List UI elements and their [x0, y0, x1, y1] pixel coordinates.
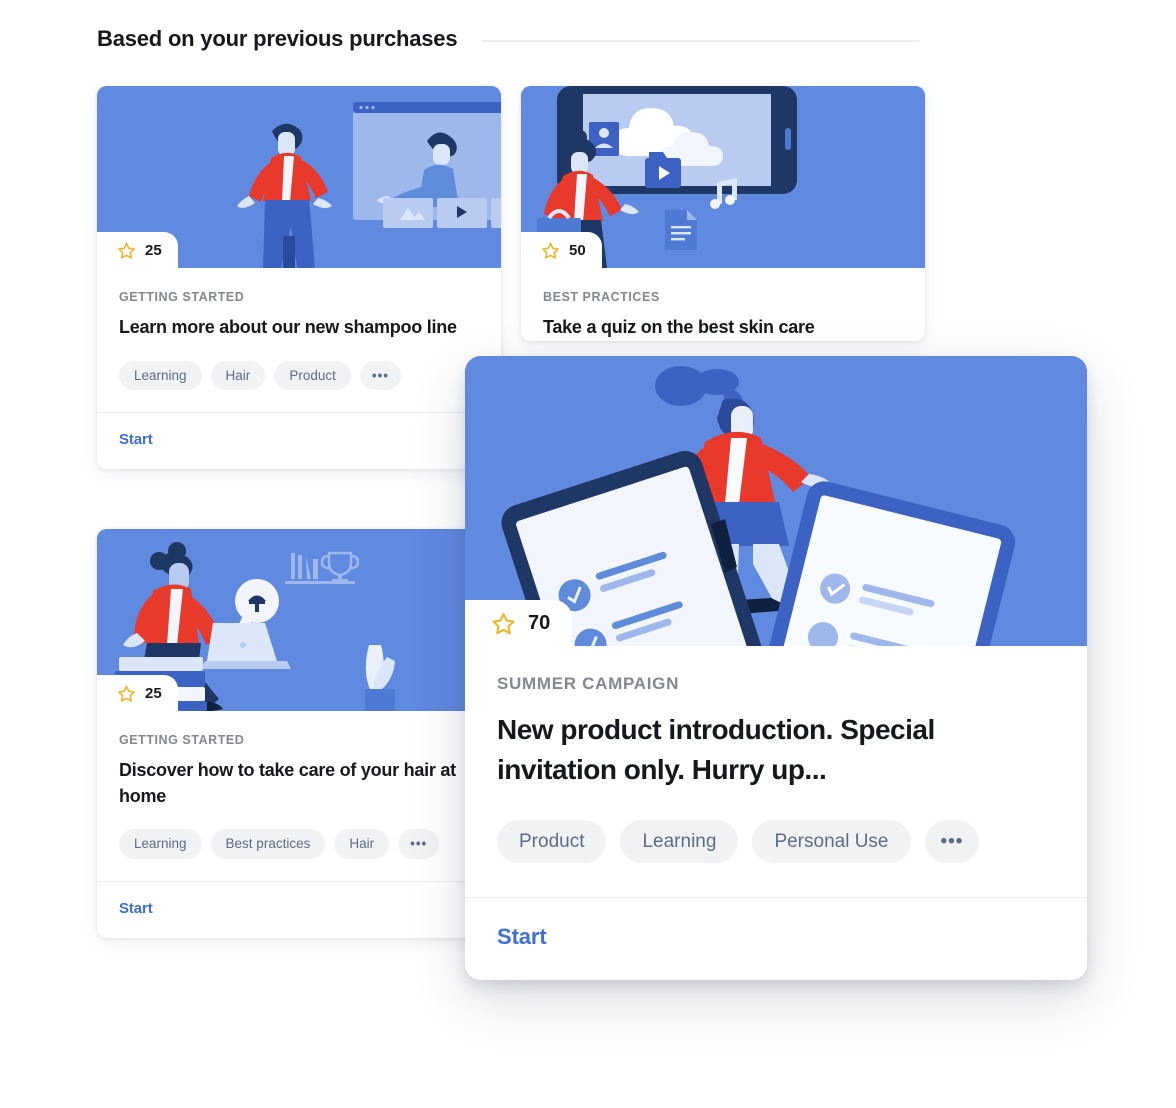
start-button[interactable]: Start — [119, 431, 153, 448]
score-value: 25 — [145, 684, 162, 702]
card-category: BEST PRACTICES — [543, 290, 660, 304]
course-card[interactable]: 50 BEST PRACTICES Take a quiz on the bes… — [521, 86, 925, 341]
card-hero-image: 70 — [465, 356, 1087, 646]
star-icon — [492, 612, 515, 634]
recommendations-section: Based on your previous purchases 25 GETT… — [0, 0, 1176, 1108]
page-title: Based on your previous purchases — [97, 26, 458, 51]
tag-chip[interactable]: Best practices — [210, 829, 326, 859]
more-dots-icon[interactable]: ••• — [924, 819, 980, 863]
card-category: GETTING STARTED — [119, 733, 245, 747]
tag-chip[interactable]: Hair — [334, 829, 390, 859]
card-tag-list: Product Learning Personal Use ••• — [497, 819, 1055, 897]
header-divider — [481, 39, 920, 42]
card-title: Take a quiz on the best skin care — [543, 317, 815, 337]
score-value: 25 — [145, 241, 162, 259]
start-button[interactable]: Start — [119, 900, 153, 917]
score-badge: 50 — [521, 232, 602, 268]
card-category: GETTING STARTED — [119, 290, 245, 304]
score-badge: 70 — [465, 600, 573, 646]
course-card[interactable]: 25 GETTING STARTED Discover how to take … — [97, 529, 501, 938]
score-badge: 25 — [97, 675, 178, 711]
score-value: 70 — [528, 612, 551, 634]
tag-chip[interactable]: Product — [497, 819, 607, 863]
section-header: Based on your previous purchases — [97, 26, 920, 52]
star-icon — [118, 685, 135, 702]
card-footer: Start — [465, 896, 1087, 980]
tag-chip[interactable]: Learning — [119, 829, 202, 859]
tag-chip[interactable]: Product — [274, 360, 351, 391]
star-icon — [542, 242, 559, 259]
score-value: 50 — [569, 241, 586, 259]
card-footer: Start — [97, 412, 501, 469]
card-category: SUMMER CAMPAIGN — [497, 674, 680, 693]
card-hero-image: 50 — [521, 86, 925, 268]
tag-chip[interactable]: Hair — [210, 360, 266, 391]
card-body: SUMMER CAMPAIGN New product introduction… — [465, 646, 1087, 897]
card-tag-list: Learning Best practices Hair ••• — [119, 829, 479, 881]
card-title: New product introduction. Special invita… — [497, 714, 935, 785]
score-badge: 25 — [97, 232, 178, 268]
card-body: GETTING STARTED Learn more about our new… — [97, 268, 501, 412]
card-body: BEST PRACTICES Take a quiz on the best s… — [521, 268, 925, 341]
tag-chip[interactable]: Learning — [620, 819, 739, 863]
card-hero-image: 25 — [97, 529, 501, 711]
more-dots-icon[interactable]: ••• — [398, 829, 440, 859]
card-body: GETTING STARTED Discover how to take car… — [97, 711, 501, 881]
featured-course-card[interactable]: 70 SUMMER CAMPAIGN New product introduct… — [465, 356, 1087, 980]
more-dots-icon[interactable]: ••• — [359, 360, 402, 391]
start-button[interactable]: Start — [497, 924, 547, 950]
star-icon — [118, 242, 135, 259]
tag-chip[interactable]: Personal Use — [752, 819, 911, 863]
course-card[interactable]: 25 GETTING STARTED Learn more about our … — [97, 86, 501, 470]
card-tag-list: Learning Hair Product ••• — [119, 360, 479, 413]
card-hero-image: 25 — [97, 86, 501, 268]
card-footer: Start — [97, 880, 501, 938]
card-title: Discover how to take care of your hair a… — [119, 760, 456, 806]
tag-chip[interactable]: Learning — [119, 360, 202, 391]
card-title: Learn more about our new shampoo line — [119, 317, 457, 337]
